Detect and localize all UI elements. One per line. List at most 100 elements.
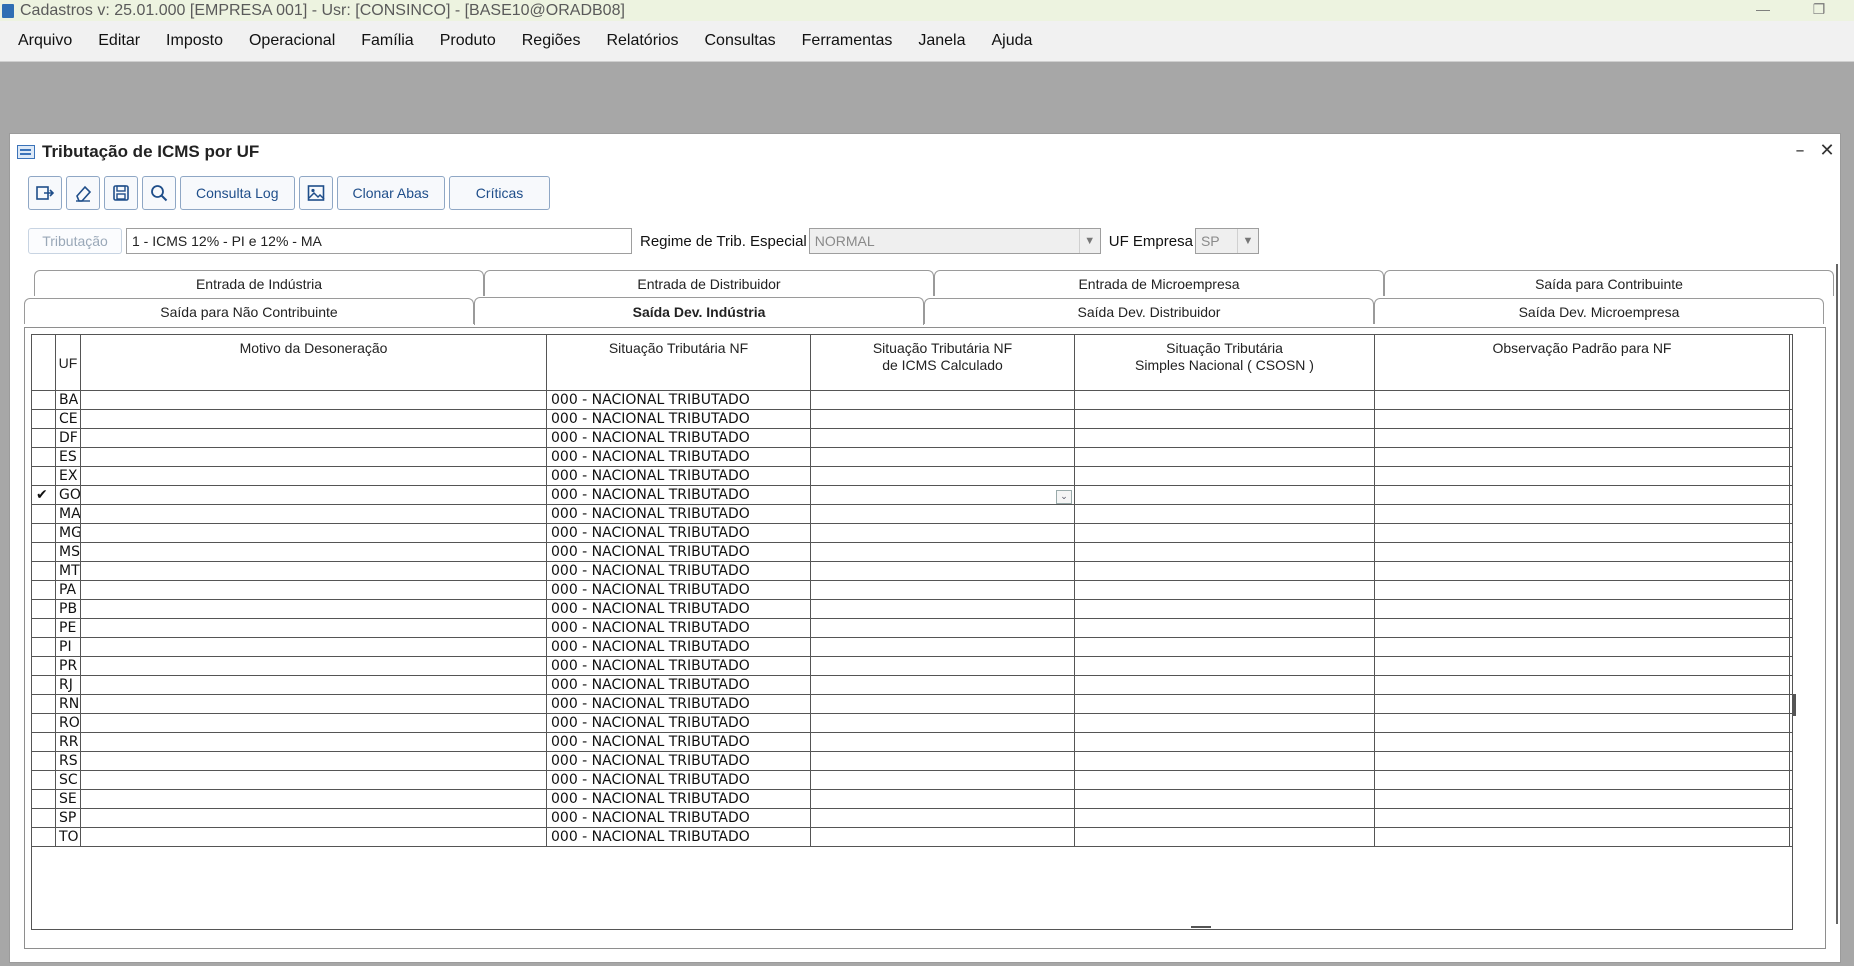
row-selector[interactable] (32, 733, 56, 752)
obs-cell[interactable] (1375, 505, 1790, 524)
situacao-cell[interactable]: 000 - NACIONAL TRIBUTADO (547, 752, 811, 771)
motivo-cell[interactable] (81, 429, 547, 448)
table-row[interactable]: MT 000 - NACIONAL TRIBUTADO (32, 562, 1792, 581)
obs-cell[interactable] (1375, 486, 1790, 505)
situacao-calculado-cell[interactable] (811, 657, 1075, 676)
table-row[interactable]: MA 000 - NACIONAL TRIBUTADO (32, 505, 1792, 524)
uf-empresa-select[interactable]: SP ▼ (1194, 228, 1259, 254)
row-selector[interactable] (32, 714, 56, 733)
table-row[interactable]: PR 000 - NACIONAL TRIBUTADO (32, 657, 1792, 676)
regime-select[interactable]: NORMAL ▼ (808, 228, 1101, 254)
csosn-cell[interactable] (1075, 524, 1375, 543)
situacao-calculado-cell[interactable] (811, 771, 1075, 790)
obs-cell[interactable] (1375, 828, 1790, 847)
csosn-cell[interactable] (1075, 676, 1375, 695)
situacao-cell[interactable]: 000 - NACIONAL TRIBUTADO (547, 467, 811, 486)
motivo-cell[interactable] (81, 771, 547, 790)
obs-cell[interactable] (1375, 562, 1790, 581)
row-selector[interactable] (32, 505, 56, 524)
form-close-button[interactable]: ✕ (1815, 140, 1839, 161)
situacao-cell[interactable]: 000 - NACIONAL TRIBUTADO (547, 733, 811, 752)
situacao-calculado-cell[interactable] (811, 410, 1075, 429)
situacao-calculado-cell[interactable] (811, 733, 1075, 752)
csosn-cell[interactable] (1075, 429, 1375, 448)
csosn-cell[interactable] (1075, 638, 1375, 657)
obs-cell[interactable] (1375, 581, 1790, 600)
table-row[interactable]: ES 000 - NACIONAL TRIBUTADO (32, 448, 1792, 467)
situacao-cell[interactable]: 000 - NACIONAL TRIBUTADO (547, 410, 811, 429)
row-selector[interactable] (32, 676, 56, 695)
situacao-calculado-cell[interactable] (811, 809, 1075, 828)
uf-cell[interactable]: CE (56, 410, 81, 429)
situacao-cell[interactable]: 000 - NACIONAL TRIBUTADO (547, 600, 811, 619)
menu-janela[interactable]: Janela (905, 21, 978, 61)
obs-cell[interactable] (1375, 733, 1790, 752)
table-row[interactable]: RN 000 - NACIONAL TRIBUTADO (32, 695, 1792, 714)
motivo-cell[interactable] (81, 828, 547, 847)
situacao-calculado-cell[interactable] (811, 467, 1075, 486)
obs-cell[interactable] (1375, 790, 1790, 809)
uf-cell[interactable]: RJ (56, 676, 81, 695)
uf-cell[interactable]: PE (56, 619, 81, 638)
motivo-cell[interactable] (81, 581, 547, 600)
table-row[interactable]: PB 000 - NACIONAL TRIBUTADO (32, 600, 1792, 619)
image-button[interactable] (298, 176, 333, 210)
obs-cell[interactable] (1375, 714, 1790, 733)
csosn-cell[interactable] (1075, 543, 1375, 562)
menu-ferramentas[interactable]: Ferramentas (789, 21, 906, 61)
row-selector[interactable] (32, 410, 56, 429)
csosn-cell[interactable] (1075, 790, 1375, 809)
obs-cell[interactable] (1375, 809, 1790, 828)
table-row[interactable]: ✔ GO 000 - NACIONAL TRIBUTADO ⌄ (32, 486, 1792, 505)
row-selector[interactable] (32, 790, 56, 809)
uf-cell[interactable]: PA (56, 581, 81, 600)
vertical-scroll-thumb[interactable] (1793, 694, 1796, 716)
tributacao-label-button[interactable]: Tributação (28, 228, 122, 254)
obs-cell[interactable] (1375, 543, 1790, 562)
table-row[interactable]: BA 000 - NACIONAL TRIBUTADO (32, 391, 1792, 410)
tab-saida-nao-contribuinte[interactable]: Saída para Não Contribuinte (24, 298, 474, 324)
chevron-down-icon[interactable]: ▼ (1078, 229, 1100, 253)
uf-cell[interactable]: RN (56, 695, 81, 714)
situacao-calculado-cell[interactable] (811, 714, 1075, 733)
row-selector[interactable] (32, 543, 56, 562)
csosn-cell[interactable] (1075, 733, 1375, 752)
row-selector[interactable] (32, 657, 56, 676)
uf-cell[interactable]: MT (56, 562, 81, 581)
obs-cell[interactable] (1375, 467, 1790, 486)
csosn-cell[interactable] (1075, 809, 1375, 828)
obs-cell[interactable] (1375, 657, 1790, 676)
chevron-down-icon[interactable]: ▼ (1236, 229, 1258, 253)
situacao-calculado-cell[interactable] (811, 581, 1075, 600)
row-selector[interactable] (32, 448, 56, 467)
obs-cell[interactable] (1375, 771, 1790, 790)
menu-operacional[interactable]: Operacional (236, 21, 348, 61)
csosn-cell[interactable] (1075, 600, 1375, 619)
situacao-cell[interactable]: 000 - NACIONAL TRIBUTADO (547, 619, 811, 638)
csosn-cell[interactable] (1075, 505, 1375, 524)
row-selector[interactable] (32, 391, 56, 410)
table-row[interactable]: TO 000 - NACIONAL TRIBUTADO (32, 828, 1792, 847)
situacao-calculado-cell[interactable] (811, 676, 1075, 695)
restore-button[interactable]: ❐ (1801, 0, 1837, 21)
csosn-cell[interactable] (1075, 562, 1375, 581)
exit-button[interactable] (28, 176, 62, 210)
situacao-calculado-cell[interactable] (811, 429, 1075, 448)
row-selector[interactable] (32, 524, 56, 543)
csosn-cell[interactable] (1075, 752, 1375, 771)
situacao-calculado-cell[interactable] (811, 638, 1075, 657)
obs-cell[interactable] (1375, 695, 1790, 714)
row-selector[interactable] (32, 771, 56, 790)
menu-ajuda[interactable]: Ajuda (979, 21, 1046, 61)
csosn-cell[interactable] (1075, 391, 1375, 410)
table-row[interactable]: MG 000 - NACIONAL TRIBUTADO (32, 524, 1792, 543)
csosn-cell[interactable] (1075, 467, 1375, 486)
row-selector[interactable] (32, 467, 56, 486)
motivo-cell[interactable] (81, 505, 547, 524)
uf-cell[interactable]: RO (56, 714, 81, 733)
uf-cell[interactable]: SP (56, 809, 81, 828)
motivo-cell[interactable] (81, 809, 547, 828)
tab-entrada-distribuidor[interactable]: Entrada de Distribuidor (484, 270, 934, 296)
table-row[interactable]: MS 000 - NACIONAL TRIBUTADO (32, 543, 1792, 562)
situacao-cell[interactable]: 000 - NACIONAL TRIBUTADO (547, 448, 811, 467)
